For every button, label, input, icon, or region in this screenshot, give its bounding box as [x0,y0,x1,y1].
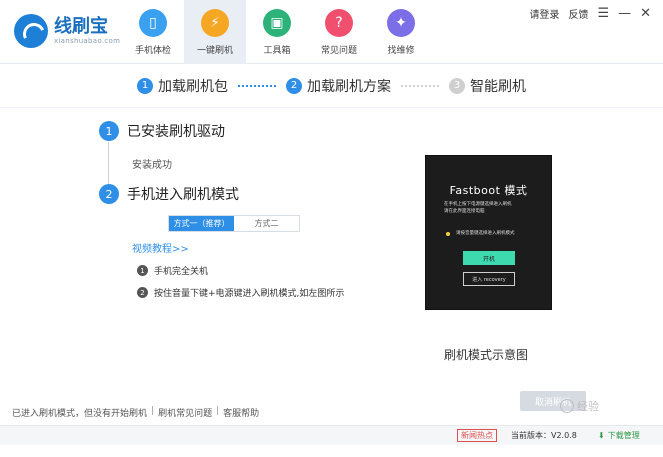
flash-icon: ⚡ [201,9,229,37]
watermark-icon [560,399,574,413]
toolbox-icon: ▣ [263,9,291,37]
instruction-item: 1 手机完全关机 [137,264,208,277]
phase-title: 手机进入刷机模式 [127,187,239,203]
nav-item-one-click-flash[interactable]: ⚡ 一键刷机 [184,0,246,64]
instruction-number: 2 [137,287,148,298]
news-hot-badge[interactable]: 新闻热点 [457,429,497,442]
phase-number: 1 [99,121,119,141]
support-link[interactable]: 客服帮助 [223,406,259,419]
nav-item-toolbox[interactable]: ▣ 工具箱 [246,0,308,64]
step-connector [401,84,439,87]
menu-icon[interactable]: ☰ [597,7,609,20]
divider: | [151,406,155,416]
instruction-text: 手机完全关机 [154,267,209,277]
minimize-icon[interactable]: — [618,7,631,20]
not-started-help-link[interactable]: 已进入刷机模式，但没有开始刷机 [12,406,147,419]
phone-power-on-option: 开机 [463,251,515,265]
install-status: 安装成功 [132,160,172,171]
instruction-text: 按住音量下键+电源键进入刷机模式,如左图所示 [154,289,345,299]
main-nav: ▯ 手机体检 ⚡ 一键刷机 ▣ 工具箱 ? 常见问题 ✦ 找维修 [122,0,432,64]
nav-label: 工具箱 [263,46,291,56]
phone-screen-text: 请在此界面连接电脑 [444,209,485,214]
phase-title: 已安装刷机驱动 [127,124,225,140]
nav-item-phone-check[interactable]: ▯ 手机体检 [122,0,184,64]
tab-method-2[interactable]: 方式二 [234,216,299,231]
watermark: 经验 [560,398,599,414]
app-logo: 线刷宝 xianshuabao.com [14,14,120,48]
app-subtitle: xianshuabao.com [54,37,121,45]
status-bar: 新闻热点 当前版本：V2.0.8 ⬇ 下载管理 [0,425,663,445]
step-label: 加载刷机方案 [307,78,391,95]
window-controls: 请登录 反馈 ☰ — ✕ [529,6,651,22]
step-2: 2 加载刷机方案 [286,76,391,96]
phone-recovery-option: 进入 recovery [463,272,515,286]
version-label: 当前版本：V2.0.8 [511,431,577,440]
login-link[interactable]: 请登录 [529,6,559,21]
phase-connector [108,142,109,184]
video-tutorial-link[interactable]: 视频教程>> [132,240,189,255]
nav-item-faq[interactable]: ? 常见问题 [308,0,370,64]
nav-label: 一键刷机 [196,46,233,56]
phone-screen-title: Fastboot 模式 [449,184,528,197]
bullet-icon [446,232,450,236]
header: 线刷宝 xianshuabao.com ▯ 手机体检 ⚡ 一键刷机 ▣ 工具箱 … [0,0,663,64]
download-label: 下载管理 [607,431,640,440]
phase-number: 2 [99,184,119,204]
step-1: 1 加载刷机包 [137,76,228,96]
step-label: 加载刷机包 [158,78,228,95]
flash-faq-link[interactable]: 刷机常见问题 [158,406,212,419]
watermark-text: 经验 [577,400,599,413]
phone-caption: 刷机模式示意图 [444,348,529,362]
step-number: 1 [137,77,153,94]
help-links: 已进入刷机模式，但没有开始刷机 | 刷机常见问题 | 客服帮助 [12,406,259,419]
step-label: 智能刷机 [470,78,526,95]
close-icon[interactable]: ✕ [640,7,651,20]
divider: | [216,406,220,416]
tab-method-1[interactable]: 方式一（推荐） [169,216,234,231]
step-indicator: 1 加载刷机包 2 加载刷机方案 3 智能刷机 [0,64,663,108]
step-connector [238,84,276,87]
phase-driver-installed: 1 已安装刷机驱动 [99,121,225,141]
step-3: 3 智能刷机 [449,76,526,96]
nav-label: 找维修 [387,46,415,56]
app-title: 线刷宝 [54,16,108,37]
instruction-number: 1 [137,265,148,276]
phone-screen-text: 请按音量键选择进入刷机模式 [456,231,515,236]
phone-screen-text: 在手机上按下电源键选择进入刷机 [444,202,512,207]
download-manager-button[interactable]: ⬇ 下载管理 [598,430,640,441]
feedback-link[interactable]: 反馈 [568,6,588,21]
nav-label: 常见问题 [320,46,357,56]
step-number: 2 [286,77,302,94]
logo-icon [14,14,48,48]
phone-illustration: Fastboot 模式 在手机上按下电源键选择进入刷机 请在此界面连接电脑 请按… [425,155,552,310]
download-icon: ⬇ [598,431,605,440]
phase-enter-flash-mode: 2 手机进入刷机模式 [99,184,239,204]
nav-label: 手机体检 [134,46,171,56]
repair-icon: ✦ [387,9,415,37]
instruction-item: 2 按住音量下键+电源键进入刷机模式,如左图所示 [137,286,344,299]
step-number: 3 [449,77,465,94]
nav-item-repair[interactable]: ✦ 找维修 [370,0,432,64]
phone-check-icon: ▯ [139,9,167,37]
method-tabs: 方式一（推荐） 方式二 [168,215,300,232]
faq-icon: ? [325,9,353,37]
